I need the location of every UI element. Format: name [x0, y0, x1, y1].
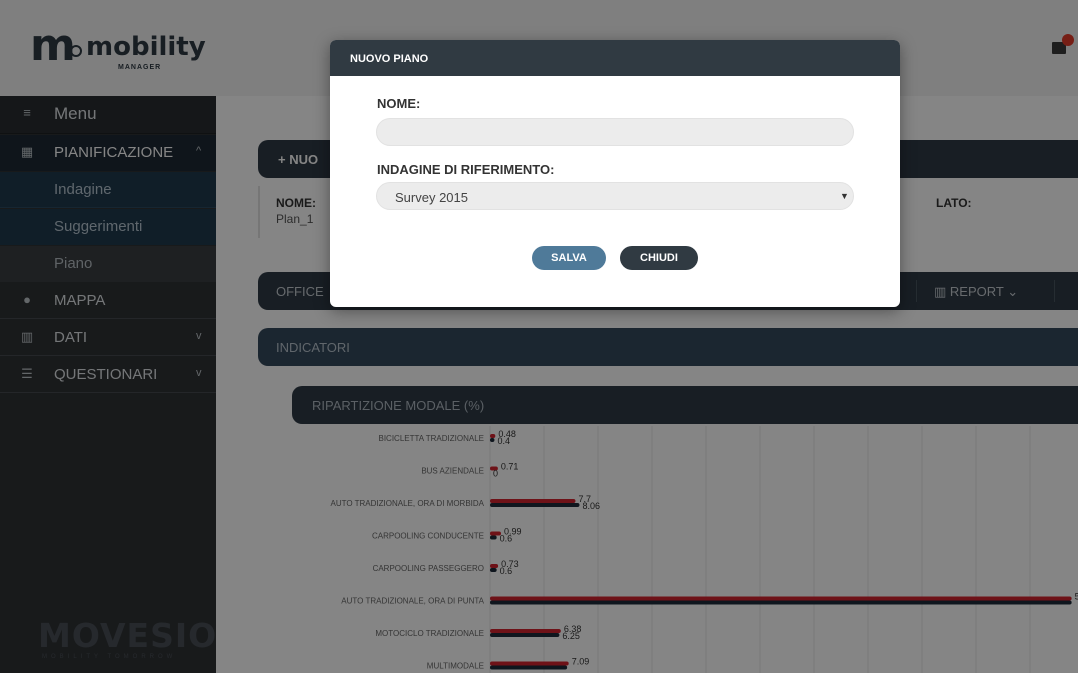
dropdown-arrow-icon: ▼: [840, 191, 849, 201]
survey-select-value: Survey 2015: [395, 190, 468, 205]
name-field-label: NOME:: [377, 96, 421, 111]
name-input[interactable]: [376, 118, 854, 146]
modal-header: NUOVO PIANO: [330, 40, 900, 76]
survey-select[interactable]: Survey 2015 ▼: [376, 182, 854, 210]
modal-title: NUOVO PIANO: [350, 53, 429, 65]
survey-field-label: INDAGINE DI RIFERIMENTO:: [377, 162, 555, 177]
close-button[interactable]: CHIUDI: [620, 246, 698, 270]
new-plan-modal: NUOVO PIANO NOME: INDAGINE DI RIFERIMENT…: [330, 40, 900, 307]
save-button[interactable]: SALVA: [532, 246, 606, 270]
